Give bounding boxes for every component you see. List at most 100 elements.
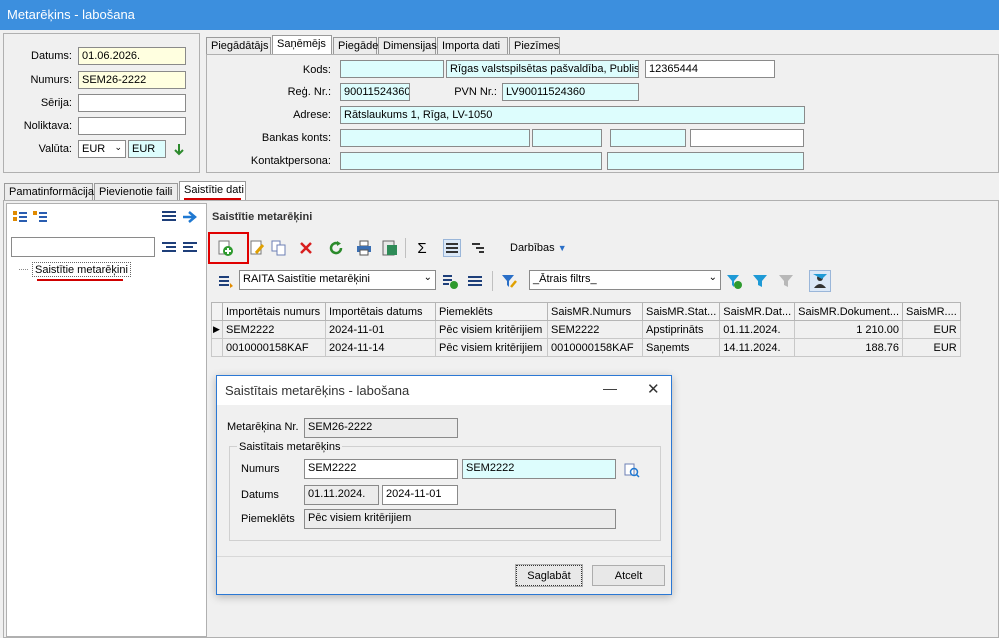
actions-menu[interactable]: Darbības ▼ bbox=[510, 242, 567, 254]
export-icon[interactable] bbox=[381, 239, 399, 257]
copy-icon[interactable] bbox=[270, 239, 288, 257]
tree-collapse-icon[interactable] bbox=[31, 208, 49, 226]
kontakt-field-2[interactable] bbox=[607, 152, 804, 170]
tab-dimensijas[interactable]: Dimensijas bbox=[378, 37, 437, 54]
tab-pievienotie-faili[interactable]: Pievienotie faili bbox=[94, 183, 178, 200]
tab-importa-dati[interactable]: Importa dati bbox=[437, 37, 508, 54]
table-cell[interactable]: 1 210.00 bbox=[794, 320, 904, 339]
table-cell[interactable]: 01.11.2024. bbox=[719, 320, 796, 339]
table-cell[interactable]: Pēc visiem kritērijiem bbox=[435, 320, 548, 339]
table-row[interactable]: 0010000158KAF 2024-11-14 Pēc visiem krit… bbox=[211, 338, 961, 357]
dialog-numurs-code-field[interactable]: SEM2222 bbox=[462, 459, 616, 479]
bank-field-1[interactable] bbox=[340, 129, 530, 147]
table-cell[interactable]: EUR bbox=[902, 320, 961, 339]
collapse-all-icon[interactable] bbox=[181, 238, 199, 256]
numurs-field[interactable]: SEM26-2222 bbox=[78, 71, 186, 89]
bank-field-4[interactable] bbox=[690, 129, 804, 147]
table-cell[interactable]: 188.76 bbox=[794, 338, 904, 357]
kods-name-field[interactable]: Rīgas valstspilsētas pašvaldība, Publisk… bbox=[446, 60, 639, 78]
view-select[interactable]: RAITA Saistītie metarēķini ⌄ bbox=[239, 270, 436, 290]
table-cell[interactable]: SEM2222 bbox=[547, 320, 643, 339]
close-icon[interactable]: ✕ bbox=[647, 380, 660, 398]
user-filter-icon[interactable] bbox=[809, 270, 831, 292]
table-cell[interactable]: SEM2222 bbox=[222, 320, 326, 339]
list-view-icon[interactable] bbox=[160, 208, 178, 226]
bank-field-3[interactable] bbox=[610, 129, 686, 147]
bank-field-2[interactable] bbox=[532, 129, 602, 147]
edit-dialog: Saistītais metarēķins - labošana — ✕ Met… bbox=[216, 375, 672, 595]
minimize-icon[interactable]: — bbox=[603, 380, 617, 396]
arrow-right-icon[interactable] bbox=[181, 208, 199, 226]
table-cell[interactable]: EUR bbox=[902, 338, 961, 357]
cancel-button[interactable]: Atcelt bbox=[592, 565, 665, 586]
edit-icon[interactable] bbox=[248, 239, 266, 257]
tree-search-input[interactable] bbox=[11, 237, 155, 257]
col-header[interactable]: Piemeklēts bbox=[435, 302, 548, 321]
dialog-title: Saistītais metarēķins - labošana bbox=[225, 383, 410, 398]
tree-item-saistitie-metarekini[interactable]: Saistītie metarēķini bbox=[32, 262, 131, 277]
valuta-select[interactable]: EUR ⌄ bbox=[78, 140, 126, 158]
view-settings-icon[interactable] bbox=[466, 272, 484, 290]
col-header[interactable]: Importētais datums bbox=[325, 302, 436, 321]
table-cell[interactable]: Saņemts bbox=[641, 338, 721, 357]
dialog-piemeklets-label: Piemeklēts bbox=[241, 513, 295, 525]
table-cell[interactable]: 0010000158KAF bbox=[222, 338, 326, 357]
expand-all-icon[interactable] bbox=[160, 238, 178, 256]
col-header[interactable]: Importētais numurs bbox=[222, 302, 326, 321]
table-cell[interactable]: Pēc visiem kritērijiem bbox=[435, 338, 548, 357]
filter-apply-icon[interactable] bbox=[751, 272, 769, 290]
col-header[interactable]: SaisMR.Dat... bbox=[719, 302, 796, 321]
noliktava-field[interactable] bbox=[78, 117, 186, 135]
table-row[interactable]: ▶ SEM2222 2024-11-01 Pēc visiem kritērij… bbox=[211, 320, 961, 339]
table-cell[interactable]: 0010000158KAF bbox=[547, 338, 643, 357]
dialog-datums-field: 01.11.2024. bbox=[304, 485, 379, 505]
tab-piezimes[interactable]: Piezīmes bbox=[509, 37, 560, 54]
tab-sanemejs[interactable]: Saņēmējs bbox=[272, 35, 332, 54]
filter-add-icon[interactable] bbox=[725, 272, 743, 290]
col-header[interactable]: SaisMR.Numurs bbox=[547, 302, 643, 321]
print-icon[interactable] bbox=[355, 239, 373, 257]
refresh-icon[interactable] bbox=[327, 239, 345, 257]
tab-pamatinformacija[interactable]: Pamatinformācija bbox=[4, 183, 94, 200]
sum-icon[interactable]: Σ bbox=[413, 239, 431, 257]
add-icon[interactable] bbox=[216, 239, 234, 257]
serija-field[interactable] bbox=[78, 94, 186, 112]
group-by-icon[interactable] bbox=[469, 239, 487, 257]
table-cell[interactable]: 2024-11-01 bbox=[325, 320, 436, 339]
dialog-numurs-field[interactable]: SEM2222 bbox=[304, 459, 458, 479]
grid-view-icon[interactable] bbox=[443, 239, 461, 257]
kontakt-field-1[interactable] bbox=[340, 152, 602, 170]
table-cell[interactable]: 2024-11-14 bbox=[325, 338, 436, 357]
adrese-field[interactable]: Rātslaukums 1, Rīga, LV-1050 bbox=[340, 106, 805, 124]
kods-field[interactable] bbox=[340, 60, 444, 78]
kontakt-label: Kontaktpersona: bbox=[250, 155, 331, 167]
tab-piegade[interactable]: Piegāde bbox=[333, 37, 378, 54]
filter-pin-icon[interactable] bbox=[777, 272, 795, 290]
window-title-bar: Metarēķins - labošana bbox=[0, 0, 999, 30]
chevron-down-icon: ⌄ bbox=[114, 142, 122, 152]
dropdown-arrow-icon: ▼ bbox=[557, 243, 567, 253]
dialog-datums-imported-field[interactable]: 2024-11-01 bbox=[382, 485, 458, 505]
filter-edit-icon[interactable] bbox=[500, 272, 518, 290]
valuta-code-field[interactable]: EUR bbox=[128, 140, 166, 158]
view-list-icon[interactable] bbox=[217, 272, 235, 290]
delete-icon[interactable] bbox=[297, 239, 315, 257]
pvn-field[interactable]: LV90011524360 bbox=[502, 83, 639, 101]
add-view-icon[interactable] bbox=[441, 272, 459, 290]
datums-field[interactable]: 01.06.2026. bbox=[78, 47, 186, 65]
refresh-rate-icon[interactable] bbox=[170, 140, 188, 158]
table-cell[interactable]: 14.11.2024. bbox=[719, 338, 796, 357]
save-button[interactable]: Saglabāt bbox=[515, 564, 583, 587]
tree-expand-icon[interactable] bbox=[11, 208, 29, 226]
tab-piegadatajs[interactable]: Piegādātājs bbox=[206, 37, 271, 54]
filter-select[interactable]: _Ātrais filtrs_ ⌄ bbox=[529, 270, 721, 290]
table-cell[interactable]: Apstiprināts bbox=[641, 320, 721, 339]
reg-field[interactable]: 90011524360 bbox=[340, 83, 410, 101]
col-header[interactable]: SaisMR.Stat... bbox=[641, 302, 721, 321]
mr-label: Metarēķina Nr. bbox=[227, 421, 299, 433]
lookup-icon[interactable] bbox=[623, 461, 641, 479]
col-header[interactable]: SaisMR.... bbox=[902, 302, 961, 321]
kods-label: Kods: bbox=[302, 64, 331, 76]
kods-extra-field[interactable]: 12365444 bbox=[645, 60, 775, 78]
col-header[interactable]: SaisMR.Dokument... bbox=[794, 302, 904, 321]
